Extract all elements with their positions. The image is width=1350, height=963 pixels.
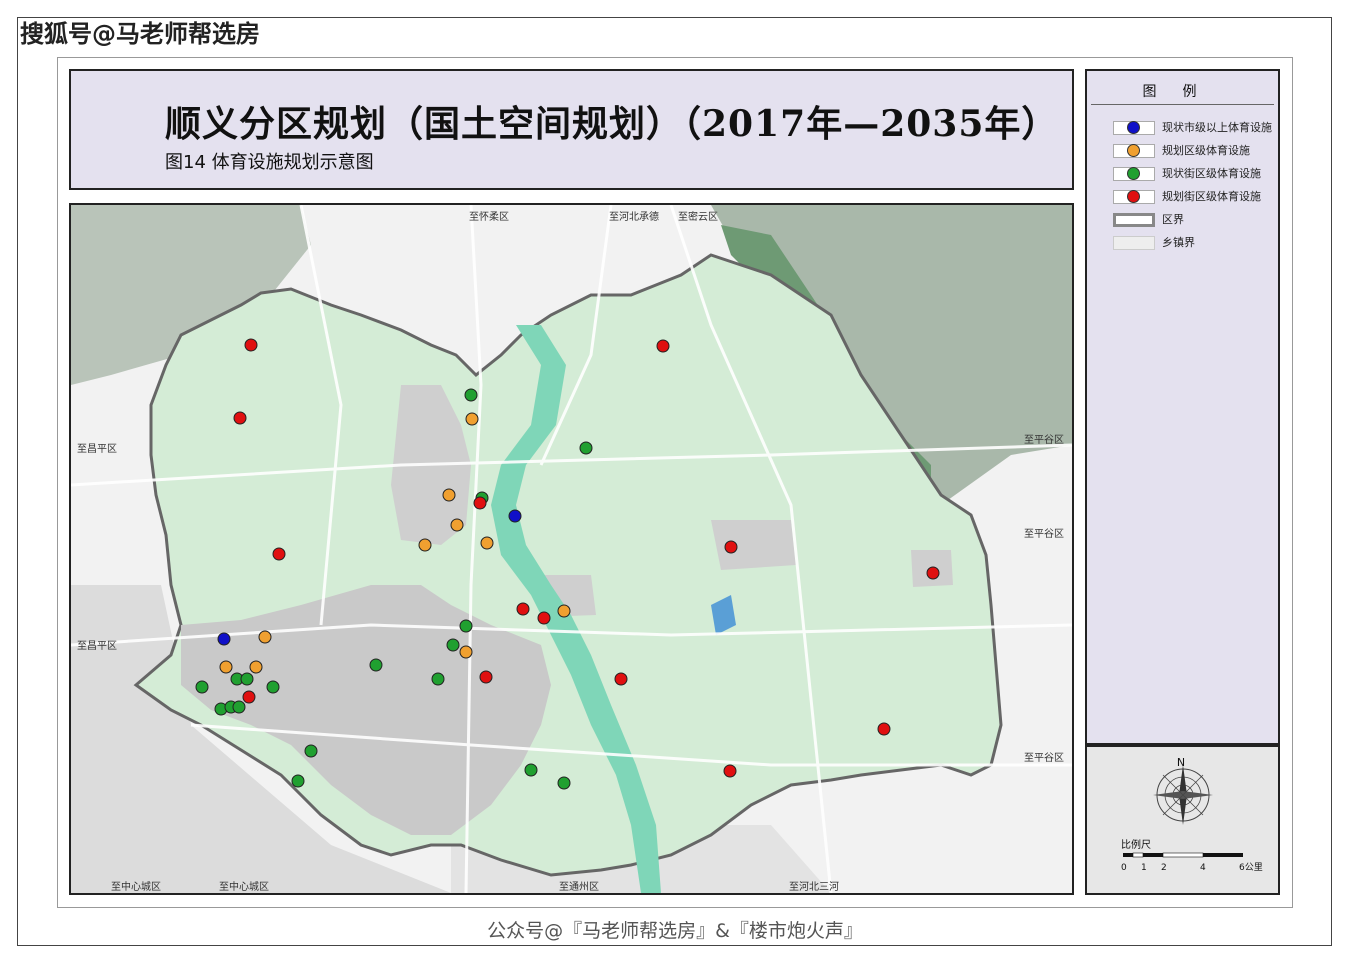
district-sports-planned-marker[interactable] bbox=[465, 412, 479, 426]
legend-label: 乡镇界 bbox=[1162, 236, 1195, 249]
block-sports-planned-marker[interactable] bbox=[473, 496, 487, 510]
scale-tick-3: 4 bbox=[1200, 863, 1206, 873]
block-sports-planned-marker[interactable] bbox=[233, 411, 247, 425]
block-sports-planned-marker[interactable] bbox=[614, 672, 628, 686]
label-to-miyun: 至密云区 bbox=[678, 210, 718, 223]
block-sports-existing-marker[interactable] bbox=[369, 658, 383, 672]
label-to-tongzhou: 至通州区 bbox=[559, 881, 599, 893]
label-to-pinggu-1: 至平谷区 bbox=[1024, 434, 1064, 446]
block-sports-existing-marker[interactable] bbox=[459, 619, 473, 633]
district-sports-planned-marker[interactable] bbox=[557, 604, 571, 618]
legend-label: 规划街区级体育设施 bbox=[1162, 190, 1261, 203]
north-label: N bbox=[1177, 756, 1185, 769]
city-sports-existing-marker[interactable] bbox=[508, 509, 522, 523]
district-sports-planned-marker[interactable] bbox=[442, 488, 456, 502]
block-sports-planned-marker[interactable] bbox=[479, 670, 493, 684]
block-sports-existing-marker[interactable] bbox=[291, 774, 305, 788]
city-sports-existing-marker[interactable] bbox=[217, 632, 231, 646]
compass-rose-icon bbox=[1153, 765, 1213, 825]
legend-title: 图例 bbox=[1142, 84, 1223, 100]
block-sports-existing-marker[interactable] bbox=[431, 672, 445, 686]
district-sports-planned-marker[interactable] bbox=[459, 645, 473, 659]
block-sports-planned-marker[interactable] bbox=[242, 690, 256, 704]
block-sports-existing-marker[interactable] bbox=[524, 763, 538, 777]
page-title: 顺义分区规划（国土空间规划）（2017年—2035年） bbox=[165, 103, 1059, 145]
green-dot-icon bbox=[1127, 167, 1140, 180]
figure-subtitle: 图14 体育设施规划示意图 bbox=[165, 152, 374, 173]
label-to-center-2: 至中心城区 bbox=[219, 880, 269, 893]
label-to-changping-1: 至昌平区 bbox=[77, 443, 117, 455]
map-panel[interactable]: 至怀柔区 至河北承德 至密云区 至昌平区 至昌平区 至平谷区 至平谷区 至平谷区… bbox=[69, 203, 1074, 895]
block-sports-existing-marker[interactable] bbox=[195, 680, 209, 694]
compass-scale-svg: N 比例尺 0 1 2 4 6公里 bbox=[1121, 756, 1263, 873]
block-sports-existing-marker[interactable] bbox=[557, 776, 571, 790]
block-sports-planned-marker[interactable] bbox=[244, 338, 258, 352]
compass-scale-panel: N 比例尺 0 1 2 4 6公里 bbox=[1085, 745, 1280, 895]
legend-panel: 图例 现状市级以上体育设施 规划区级体育设施 现状街区级体育设施 规划街区级体育… bbox=[1085, 69, 1280, 745]
red-dot-icon bbox=[1127, 190, 1140, 203]
scale-tick-4: 6公里 bbox=[1239, 862, 1263, 873]
legend-label: 现状街区级体育设施 bbox=[1162, 167, 1261, 180]
label-to-sanhe: 至河北三河 bbox=[789, 881, 839, 893]
block-sports-planned-marker[interactable] bbox=[877, 722, 891, 736]
block-sports-existing-marker[interactable] bbox=[579, 441, 593, 455]
block-sports-planned-marker[interactable] bbox=[537, 611, 551, 625]
scale-tick-1: 1 bbox=[1141, 863, 1147, 873]
scale-tick-0: 0 bbox=[1121, 863, 1127, 873]
blue-dot-icon bbox=[1127, 121, 1140, 134]
block-sports-planned-marker[interactable] bbox=[926, 566, 940, 580]
block-sports-planned-marker[interactable] bbox=[723, 764, 737, 778]
builtup-east-1 bbox=[711, 520, 796, 570]
block-sports-existing-marker[interactable] bbox=[240, 672, 254, 686]
footer-credit: 公众号@『马老师帮选房』&『楼市炮火声』 bbox=[487, 920, 863, 942]
label-to-center-1: 至中心城区 bbox=[111, 880, 161, 893]
district-sports-planned-marker[interactable] bbox=[418, 538, 432, 552]
label-to-huairou: 至怀柔区 bbox=[469, 211, 509, 223]
label-to-changping-2: 至昌平区 bbox=[77, 640, 117, 652]
block-sports-existing-marker[interactable] bbox=[304, 744, 318, 758]
district-sports-planned-marker[interactable] bbox=[450, 518, 464, 532]
label-to-pinggu-3: 至平谷区 bbox=[1024, 752, 1064, 764]
block-sports-existing-marker[interactable] bbox=[266, 680, 280, 694]
scale-bar bbox=[1123, 852, 1243, 858]
legend-label: 现状市级以上体育设施 bbox=[1162, 121, 1272, 134]
district-sports-planned-marker[interactable] bbox=[249, 660, 263, 674]
district-boundary-swatch bbox=[1113, 213, 1155, 227]
legend-label: 规划区级体育设施 bbox=[1162, 144, 1250, 157]
block-sports-existing-marker[interactable] bbox=[232, 700, 246, 714]
block-sports-planned-marker[interactable] bbox=[656, 339, 670, 353]
township-boundary-swatch bbox=[1113, 236, 1155, 250]
scale-title: 比例尺 bbox=[1121, 838, 1151, 851]
block-sports-existing-marker[interactable] bbox=[446, 638, 460, 652]
watermark: 搜狐号@马老师帮选房 bbox=[20, 20, 260, 48]
legend-divider bbox=[1091, 104, 1274, 105]
map-canvas[interactable]: 至怀柔区 至河北承德 至密云区 至昌平区 至昌平区 至平谷区 至平谷区 至平谷区… bbox=[71, 205, 1072, 893]
scale-tick-2: 2 bbox=[1161, 863, 1167, 873]
label-to-hebei-chengde: 至河北承德 bbox=[609, 210, 659, 223]
block-sports-planned-marker[interactable] bbox=[724, 540, 738, 554]
block-sports-existing-marker[interactable] bbox=[464, 388, 478, 402]
block-sports-planned-marker[interactable] bbox=[516, 602, 530, 616]
orange-dot-icon bbox=[1127, 144, 1140, 157]
block-sports-planned-marker[interactable] bbox=[272, 547, 286, 561]
district-sports-planned-marker[interactable] bbox=[219, 660, 233, 674]
legend-label: 区界 bbox=[1162, 213, 1184, 226]
district-sports-planned-marker[interactable] bbox=[258, 630, 272, 644]
title-box: 顺义分区规划（国土空间规划）（2017年—2035年） 图14 体育设施规划示意… bbox=[69, 69, 1074, 190]
label-to-pinggu-2: 至平谷区 bbox=[1024, 528, 1064, 540]
district-sports-planned-marker[interactable] bbox=[480, 536, 494, 550]
